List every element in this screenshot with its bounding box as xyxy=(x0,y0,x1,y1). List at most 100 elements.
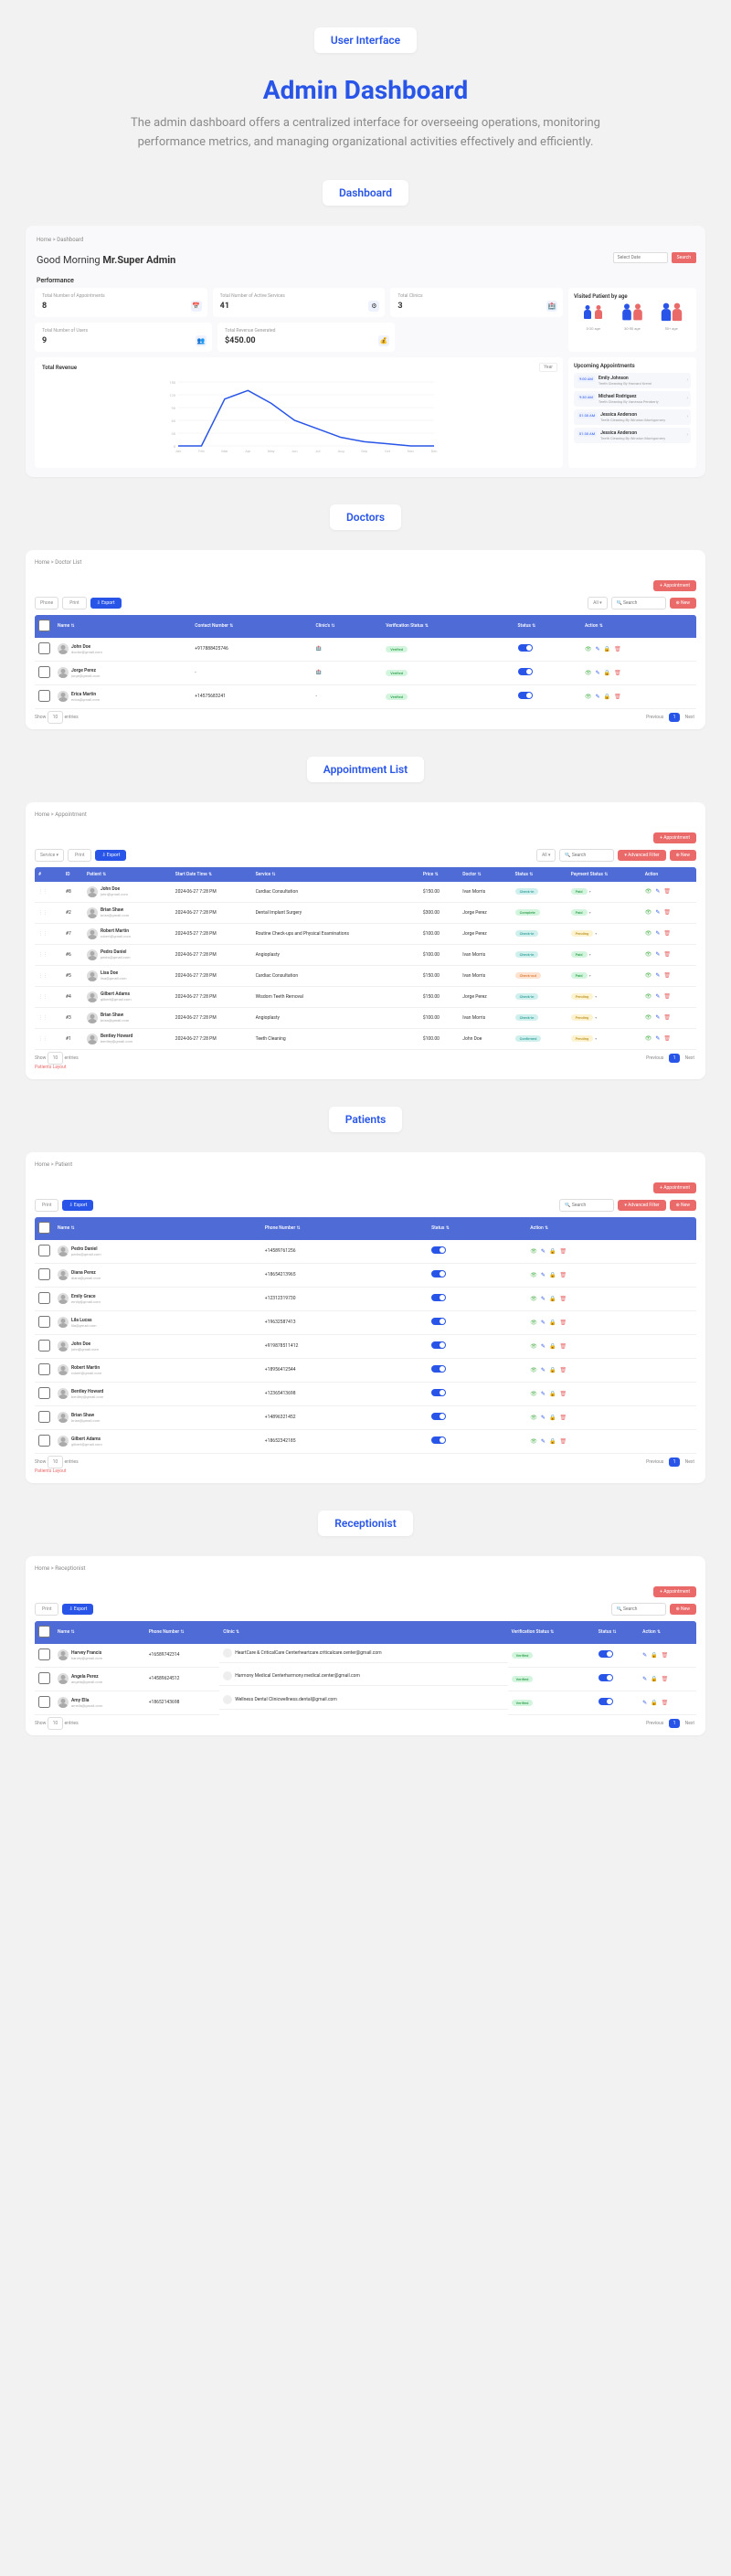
breadcrumb[interactable]: Home > Doctor List xyxy=(35,559,696,566)
edit-icon[interactable]: ✎ xyxy=(642,1676,647,1682)
delete-icon[interactable]: 🗑 xyxy=(662,1700,669,1706)
edit-icon[interactable]: ✎ xyxy=(655,972,660,979)
row-select[interactable] xyxy=(38,1245,50,1256)
edit-icon[interactable]: ✎ xyxy=(596,670,600,676)
row-select[interactable] xyxy=(38,1411,50,1423)
patient-name[interactable]: Robert Martin xyxy=(71,1365,101,1371)
dropdown-icon[interactable]: ▾ xyxy=(589,952,591,957)
col-header[interactable]: Phone Number ⇅ xyxy=(145,1621,220,1644)
col-header[interactable]: Name ⇅ xyxy=(54,1217,261,1240)
appointment-button[interactable]: + Appointment xyxy=(653,832,696,843)
row-select[interactable] xyxy=(38,1340,50,1352)
delete-icon[interactable]: 🗑 xyxy=(663,930,671,937)
view-icon[interactable]: 👁 xyxy=(530,1320,537,1326)
select-all[interactable] xyxy=(38,620,50,631)
new-button[interactable]: ⊕ New xyxy=(670,598,696,609)
delete-icon[interactable]: 🗑 xyxy=(559,1272,567,1278)
row-select[interactable] xyxy=(38,1316,50,1328)
view-icon[interactable]: 👁 xyxy=(530,1296,537,1302)
col-header[interactable]: Status ⇅ xyxy=(595,1621,639,1644)
edit-icon[interactable]: ✎ xyxy=(596,694,600,700)
service-filter[interactable]: Service ▾ xyxy=(35,849,64,862)
delete-icon[interactable]: 🗑 xyxy=(559,1391,567,1397)
edit-icon[interactable]: ✎ xyxy=(541,1320,546,1326)
col-header[interactable]: Clinic ⇅ xyxy=(219,1621,507,1644)
col-header[interactable]: Status ⇅ xyxy=(428,1217,526,1240)
drag-handle[interactable]: ⋮⋮ xyxy=(38,1036,48,1042)
doctor-name[interactable]: Erica Martin xyxy=(71,692,100,697)
lock-icon[interactable]: 🔒 xyxy=(549,1248,556,1255)
prev-page[interactable]: Previous xyxy=(646,1055,663,1061)
page-1[interactable]: 1 xyxy=(669,713,681,722)
view-icon[interactable]: 👁 xyxy=(645,1035,652,1042)
search-input[interactable] xyxy=(559,1199,614,1212)
page-size[interactable]: 10 xyxy=(48,711,64,724)
view-icon[interactable]: 👁 xyxy=(645,888,652,895)
lock-icon[interactable]: 🔒 xyxy=(651,1676,657,1682)
drag-handle[interactable]: ⋮⋮ xyxy=(38,973,48,979)
delete-icon[interactable]: 🗑 xyxy=(614,670,621,676)
view-icon[interactable]: 👁 xyxy=(585,646,592,652)
delete-icon[interactable]: 🗑 xyxy=(614,646,621,652)
receptionist-name[interactable]: Angela Perez xyxy=(71,1674,102,1680)
search-input[interactable] xyxy=(611,597,666,610)
select-all[interactable] xyxy=(38,1626,50,1638)
lock-icon[interactable]: 🔒 xyxy=(604,646,610,652)
year-select[interactable]: Year xyxy=(539,363,557,372)
view-icon[interactable]: 👁 xyxy=(530,1343,537,1350)
new-button[interactable]: ⊕ New xyxy=(670,1604,696,1615)
appointment-button[interactable]: + Appointment xyxy=(653,1182,696,1193)
view-icon[interactable]: 👁 xyxy=(645,930,652,937)
dropdown-icon[interactable]: ▾ xyxy=(595,1015,597,1020)
col-header[interactable]: Price ⇅ xyxy=(419,867,459,882)
delete-icon[interactable]: 🗑 xyxy=(663,909,671,916)
dropdown-icon[interactable]: ▾ xyxy=(589,973,591,978)
col-header[interactable]: Contact Number ⇅ xyxy=(191,615,312,638)
status-toggle[interactable] xyxy=(599,1698,613,1705)
status-toggle[interactable] xyxy=(518,644,533,652)
delete-icon[interactable]: 🗑 xyxy=(559,1343,567,1350)
print-button[interactable]: Print xyxy=(62,597,86,610)
edit-icon[interactable]: ✎ xyxy=(596,646,600,652)
delete-icon[interactable]: 🗑 xyxy=(663,951,671,958)
export-button[interactable]: ⇩ Export xyxy=(95,850,126,861)
row-select[interactable] xyxy=(38,1672,50,1684)
export-button[interactable]: ⇩ Export xyxy=(90,598,122,609)
lock-icon[interactable]: 🔒 xyxy=(549,1438,556,1445)
patient-name[interactable]: Pedro Daniel xyxy=(71,1246,101,1252)
delete-icon[interactable]: 🗑 xyxy=(662,1652,669,1659)
page-1[interactable]: 1 xyxy=(669,1719,681,1728)
drag-handle[interactable]: ⋮⋮ xyxy=(38,994,48,1000)
new-button[interactable]: ⊕ New xyxy=(670,1200,696,1211)
search-button[interactable]: Search xyxy=(672,252,696,263)
row-select[interactable] xyxy=(38,1696,50,1708)
lock-icon[interactable]: 🔒 xyxy=(604,694,610,700)
prev-page[interactable]: Previous xyxy=(646,1721,663,1726)
status-toggle[interactable] xyxy=(518,668,533,675)
patient-name[interactable]: Gilbert Adams xyxy=(71,1436,102,1442)
next-page[interactable]: Next xyxy=(685,715,694,720)
col-header[interactable]: Payment Status ⇅ xyxy=(567,867,641,882)
col-header[interactable]: Action ⇅ xyxy=(526,1217,696,1240)
edit-icon[interactable]: ✎ xyxy=(655,888,660,895)
print-button[interactable]: Print xyxy=(35,1603,58,1616)
edit-icon[interactable]: ✎ xyxy=(541,1415,546,1421)
all-filter[interactable]: All ▾ xyxy=(588,597,607,610)
row-select[interactable] xyxy=(38,1292,50,1304)
upcoming-item[interactable]: 9:30 AMMichael RodriguezTeeth Cleaning B… xyxy=(574,391,691,407)
dropdown-icon[interactable]: ▾ xyxy=(589,889,591,894)
view-icon[interactable]: 👁 xyxy=(585,670,592,676)
view-icon[interactable]: 👁 xyxy=(585,694,592,700)
col-header[interactable]: Status ⇅ xyxy=(514,615,581,638)
status-toggle[interactable] xyxy=(431,1318,446,1325)
drag-handle[interactable]: ⋮⋮ xyxy=(38,1015,48,1021)
col-header[interactable]: Name ⇅ xyxy=(54,615,191,638)
delete-icon[interactable]: 🗑 xyxy=(614,694,621,700)
col-header[interactable]: Patient ⇅ xyxy=(83,867,172,882)
col-header[interactable]: Action ⇅ xyxy=(639,1621,696,1644)
patients-layout-link[interactable]: Patients Layout xyxy=(35,1468,696,1474)
drag-handle[interactable]: ⋮⋮ xyxy=(38,910,48,916)
row-select[interactable] xyxy=(38,666,50,678)
col-header[interactable]: Verification Status ⇅ xyxy=(508,1621,595,1644)
dropdown-icon[interactable]: ▾ xyxy=(595,994,597,999)
